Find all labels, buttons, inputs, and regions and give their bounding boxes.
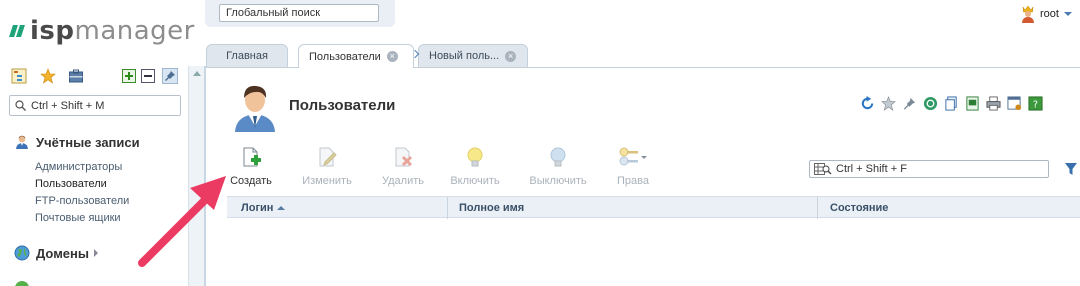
expand-icon[interactable] [121,68,137,84]
print-icon[interactable] [986,96,1001,111]
column-full-name[interactable]: Полное имя [459,202,524,214]
delete-button-label: Удалить [382,175,424,187]
edit-icon [319,147,337,167]
enable-button[interactable]: Включить [445,146,505,187]
tab-strip: Главная Пользователи × Новый поль... × [206,44,1080,68]
web-icon[interactable] [923,96,938,111]
column-status[interactable]: Состояние [830,202,888,214]
copy-icon[interactable] [944,96,959,111]
user-menu[interactable]: root [1020,5,1072,23]
close-icon[interactable]: × [505,50,517,62]
create-button[interactable]: Создать [221,146,281,187]
favorite-star-icon[interactable] [881,96,896,111]
refresh-icon[interactable] [860,96,875,111]
table-settings-icon[interactable] [1007,96,1022,111]
menu-item-users[interactable]: Пользователи [35,178,107,190]
svg-text:?: ? [1033,99,1038,110]
scroll-up-icon[interactable] [193,71,201,76]
logo-mark-icon [9,24,26,38]
left-panel: ispmanager Ctrl + Shift + M Учётные запи… [0,0,205,286]
tab-users[interactable]: Пользователи × [298,44,414,68]
collapse-icon[interactable] [140,68,156,84]
users-avatar-icon [235,85,275,132]
close-icon[interactable]: × [386,51,398,62]
top-bar: Глобальный поиск [205,0,395,27]
chevron-right-icon [94,249,98,257]
briefcase-icon[interactable] [68,68,84,84]
page-tools: ? [860,96,1043,114]
user-icon [16,135,28,149]
tab-home[interactable]: Главная [206,44,288,67]
menu-item-admins[interactable]: Администраторы [35,161,122,173]
panel-splitter[interactable] [204,66,206,286]
global-search-input[interactable]: Глобальный поиск [219,4,379,22]
user-name: root [1040,8,1059,20]
section-accounts-title: Учётные записи [36,134,140,150]
page-title: Пользователи [289,97,396,114]
search-icon [15,100,26,111]
edit-button-label: Изменить [302,175,352,187]
left-toolbar [10,68,185,86]
menu-item-mailboxes[interactable]: Почтовые ящики [35,212,121,224]
delete-button[interactable]: Удалить [373,146,433,187]
brand-prefix: isp [30,16,75,46]
export-excel-icon[interactable] [965,96,980,111]
section-domains-title: Домены [36,245,89,261]
chevron-down-icon [1063,12,1072,16]
disable-button-label: Выключить [529,175,587,187]
user-avatar-icon [1022,5,1034,23]
rights-button[interactable]: Права [603,146,663,187]
tab-new-user-label: Новый поль... [429,50,500,62]
help-icon[interactable]: ? [1028,96,1043,111]
section-domains[interactable]: Домены [14,245,98,261]
column-separator[interactable] [447,197,448,219]
pin-icon[interactable] [902,96,917,111]
left-search-input[interactable]: Ctrl + Shift + M [9,95,181,116]
tab-home-label: Главная [226,50,268,62]
menu-item-ftp-users[interactable]: FTP-пользователи [35,195,129,207]
table-header: Логин Полное имя Состояние [227,196,1080,219]
column-login[interactable]: Логин [241,202,286,214]
column-login-label: Логин [241,202,274,214]
rights-button-label: Права [617,175,649,187]
delete-icon [395,147,413,167]
global-search-placeholder: Глобальный поиск [226,7,321,19]
left-search-placeholder: Ctrl + Shift + M [31,99,105,112]
pin-icon[interactable] [162,68,178,84]
filter-icon[interactable] [1064,162,1078,176]
sort-asc-icon [277,206,286,210]
table-filter-placeholder: Ctrl + Shift + F [836,163,907,175]
star-icon[interactable] [40,68,56,84]
column-separator[interactable] [817,197,818,219]
brand-suffix: manager [74,16,195,46]
edit-button[interactable]: Изменить [297,146,357,187]
logo: ispmanager [9,16,195,46]
section-accounts[interactable]: Учётные записи [14,134,140,150]
lightbulb-off-icon [550,147,566,167]
create-button-label: Создать [230,175,272,187]
table-filter-input[interactable]: Ctrl + Shift + F [809,160,1049,178]
create-icon [243,147,261,167]
search-table-icon [814,163,832,175]
tree-icon[interactable] [11,68,27,84]
partial-globe-icon [15,281,29,286]
tab-users-label: Пользователи [309,50,381,63]
enable-button-label: Включить [450,175,500,187]
key-icon [619,147,647,166]
left-scrollbar[interactable] [188,66,204,286]
globe-icon [14,245,30,261]
disable-button[interactable]: Выключить [528,146,588,187]
lightbulb-on-icon [467,147,483,167]
tab-new-user[interactable]: Новый поль... × [418,44,528,67]
